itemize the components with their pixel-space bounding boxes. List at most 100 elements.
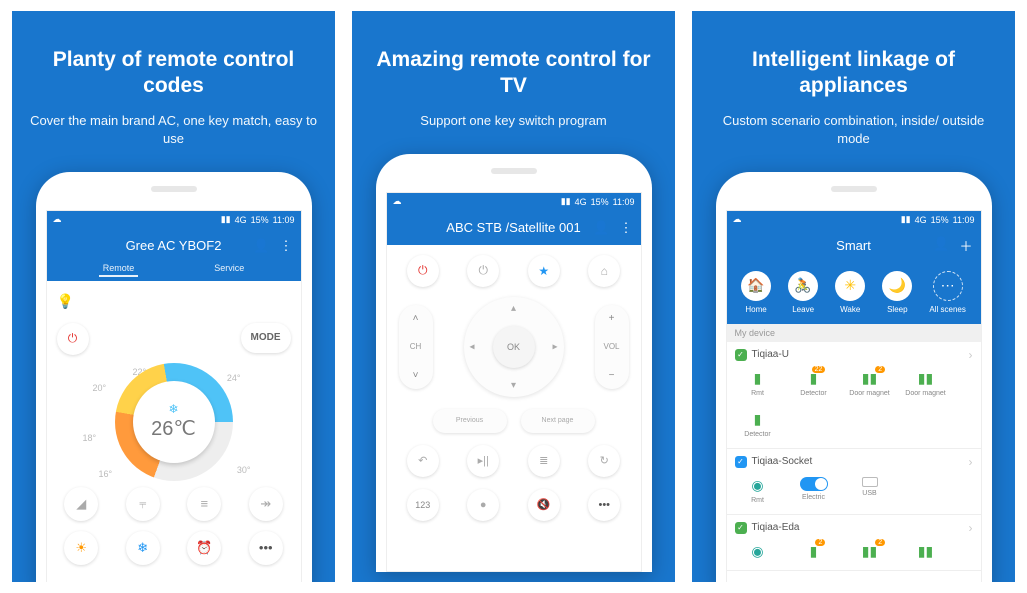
menu-icon[interactable]: ⋮ [280,238,293,254]
play-pause-button[interactable]: ▸|| [467,445,499,477]
ch-up-icon[interactable]: ˄ [413,313,419,324]
usb-icon [862,477,878,487]
phone-speaker [151,186,197,192]
wind-button[interactable]: ↠ [249,487,283,521]
dev-item[interactable]: ▮▮ [905,543,947,560]
phone-screen: ☁ ▮▮ 4G 15% 11:09 Gree AC YBOF2 👤 ⋮ Remo… [46,210,302,582]
refresh-button[interactable]: ↻ [588,445,620,477]
detector-icon: ▮ [754,411,762,428]
tv-power-button[interactable]: ⏻ [407,255,439,287]
device-status-icon: ✓ [735,349,747,361]
ch-down-icon[interactable]: ˅ [413,370,419,381]
tab-service[interactable]: Service [214,263,244,277]
dev-item-detector[interactable]: ▮22 Detector [793,370,835,397]
remote-icon: ▮ [754,370,762,387]
dev-item-rmt[interactable]: ◉ Rmt [737,477,779,504]
timer-button[interactable]: ⏰ [187,531,221,565]
more-button[interactable]: ••• [249,531,283,565]
dpad[interactable]: ▴ ▾ ◂ ▸ OK [464,297,564,397]
power-button[interactable]: ⏻ [57,323,89,355]
network-label: 4G [915,215,927,225]
profile-icon[interactable]: 👤 [593,220,609,236]
signal-icon: ▮▮ [561,196,571,207]
profile-icon[interactable]: 👤 [253,238,269,254]
dpad-up-icon[interactable]: ▴ [511,303,516,314]
tab-remote[interactable]: Remote [103,263,135,277]
favorite-button[interactable]: ★ [528,255,560,287]
scene-home[interactable]: 🏠 Home [741,271,771,314]
dev-item-detector2[interactable]: ▮ Detector [737,411,779,438]
device-name: Tiqiaa-Eda [752,522,800,533]
dev-item-rmt[interactable]: ▮ Rmt [737,370,779,397]
statusbar: ☁ ▮▮ 4G 15% 11:09 [47,211,301,229]
volume-rocker[interactable]: + VOL − [595,305,629,389]
temperature-dial[interactable]: ❄ 26℃ [115,363,233,481]
dpad-right-icon[interactable]: ▸ [552,341,557,352]
profile-icon[interactable]: 👤 [933,236,949,255]
swing-button[interactable]: ⫧ [126,487,160,521]
promo-panel-tv: Amazing remote control for TV Support on… [352,11,675,582]
door-magnet-icon: ▮▮ [918,370,933,387]
panel-heading: Amazing remote control for TV [370,47,657,100]
channel-rocker[interactable]: ˄ CH ˅ [399,305,433,389]
dev-item[interactable]: ◉ [737,543,779,560]
cool-button[interactable]: ❄ [126,531,160,565]
previous-button[interactable]: Previous [433,409,507,433]
ch-label: CH [410,342,422,351]
phone-speaker [491,168,537,174]
heat-button[interactable]: ☀ [64,531,98,565]
numpad-button[interactable]: 123 [407,489,439,521]
home-scene-icon: 🏠 [741,271,771,301]
device-card-u[interactable]: ✓ Tiqiaa-U › ▮ Rmt ▮22 Detector ▮▮2 [727,342,981,449]
add-icon[interactable]: ＋ [959,236,972,255]
device-card-socket[interactable]: ✓ Tiqiaa-Socket › ◉ Rmt Electric [727,449,981,515]
more-button[interactable]: ••• [588,489,620,521]
time-label: 11:09 [953,215,975,225]
appbar: ABC STB /Satellite 001 👤 ⋮ [387,211,641,245]
dev-item-door2[interactable]: ▮▮ Door magnet [905,370,947,397]
mute-button[interactable]: 🔇 [528,489,560,521]
stb-power-button[interactable]: ⏻ [467,255,499,287]
chevron-right-icon: › [969,521,973,535]
scene-wake[interactable]: ✳ Wake [835,271,865,314]
vol-up-icon[interactable]: + [609,313,615,324]
direction-button[interactable]: ≡ [187,487,221,521]
scene-label: Sleep [887,305,907,314]
phone-frame: ☁ ▮▮ 4G 15% 11:09 Smart 👤 ＋ 🏠 Home [716,172,992,582]
dev-item[interactable]: ▮▮2 [849,543,891,560]
device-status-icon: ✓ [735,522,747,534]
list-button[interactable]: ≣ [528,445,560,477]
scene-leave[interactable]: 🚴 Leave [788,271,818,314]
device-card-eda[interactable]: ✓ Tiqiaa-Eda › ◉ ▮2 ▮▮2 ▮▮ [727,515,981,571]
ok-button[interactable]: OK [493,326,535,368]
phone-speaker [831,186,877,192]
vol-down-icon[interactable]: − [609,370,615,381]
dpad-left-icon[interactable]: ◂ [470,341,475,352]
next-page-button[interactable]: Next page [521,409,595,433]
menu-icon[interactable]: ⋮ [620,220,633,236]
signal-icon: ▮▮ [221,214,231,225]
dev-item[interactable]: ▮2 [793,543,835,560]
device-icon: ▮▮2 [862,543,877,560]
home-button[interactable]: ⌂ [588,255,620,287]
mode-button[interactable]: MODE [241,323,291,353]
bulb-icon[interactable]: 💡 [57,293,74,310]
dev-item-door1[interactable]: ▮▮2 Door magnet [849,370,891,397]
signal-icon: ▮▮ [901,214,911,225]
fan-speed-button[interactable]: ◢ [64,487,98,521]
appbar: Smart 👤 ＋ [727,229,981,263]
record-button[interactable]: ● [467,489,499,521]
chevron-right-icon: › [969,348,973,362]
dpad-down-icon[interactable]: ▾ [511,380,516,391]
scene-label: All scenes [929,305,965,314]
scene-all[interactable]: ⋯ All scenes [929,271,965,314]
scene-sleep[interactable]: 🌙 Sleep [882,271,912,314]
panel-sub: Custom scenario combination, inside/ out… [710,112,997,148]
electric-toggle[interactable] [800,477,828,491]
dev-item-electric[interactable]: Electric [793,477,835,504]
scene-row: 🏠 Home 🚴 Leave ✳ Wake 🌙 Sleep ⋯ All [727,263,981,324]
time-label: 11:09 [273,215,295,225]
chevron-right-icon: › [969,455,973,469]
back-button[interactable]: ↶ [407,445,439,477]
dev-item-usb[interactable]: USB [849,477,891,504]
